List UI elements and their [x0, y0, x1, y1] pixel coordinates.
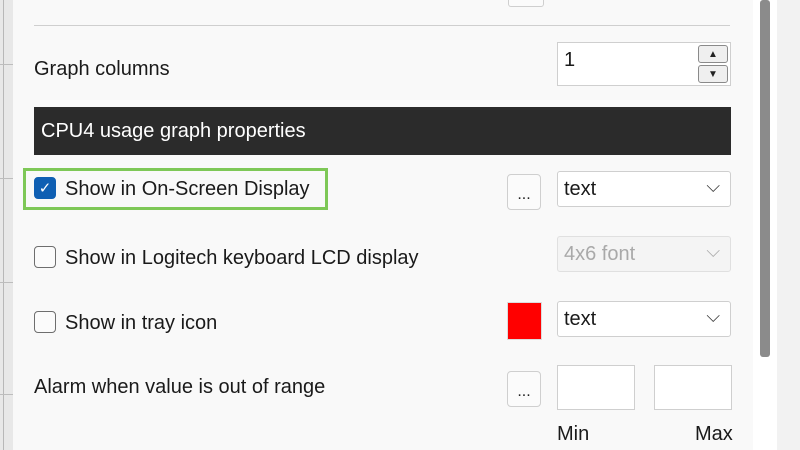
checkmark-icon: ✓ [38, 180, 52, 197]
alarm-label: Alarm when value is out of range [34, 376, 326, 398]
tray-format-value: text [564, 308, 597, 330]
graph-columns-spinbox[interactable]: 1 ▲ ▼ [557, 42, 731, 86]
divider [34, 25, 730, 26]
graph-columns-label: Graph columns [34, 58, 170, 80]
chevron-down-icon: ⌵ [706, 241, 720, 261]
alarm-max-label: Max [695, 423, 733, 445]
ellipsis-icon: ... [517, 186, 531, 203]
partially-visible-control[interactable] [508, 0, 544, 7]
alarm-max-input[interactable] [654, 365, 732, 410]
spin-up-button[interactable]: ▲ [698, 45, 728, 63]
chevron-down-icon: ⌵ [706, 306, 720, 326]
section-title: CPU4 usage graph properties [41, 120, 306, 142]
tray-checkbox[interactable] [34, 311, 56, 333]
alarm-min-input[interactable] [557, 365, 635, 410]
section-header: CPU4 usage graph properties [34, 107, 731, 155]
osd-checkbox[interactable]: ✓ [34, 177, 56, 199]
arrow-down-icon: ▼ [708, 68, 718, 80]
background-window-edge [0, 0, 13, 450]
osd-format-select[interactable]: text ⌵ [557, 171, 731, 207]
spin-down-button[interactable]: ▼ [698, 65, 728, 83]
osd-more-button[interactable]: ... [507, 174, 541, 210]
lcd-font-select: 4x6 font ⌵ [557, 236, 731, 272]
background-window-right [777, 0, 800, 450]
chevron-down-icon: ⌵ [706, 176, 720, 196]
alarm-min-label: Min [557, 423, 590, 445]
lcd-font-value: 4x6 font [564, 243, 636, 265]
tray-label[interactable]: Show in tray icon [65, 311, 217, 335]
lcd-label[interactable]: Show in Logitech keyboard LCD display [65, 246, 419, 270]
graph-columns-value[interactable]: 1 [564, 49, 575, 72]
lcd-checkbox[interactable] [34, 246, 56, 268]
tray-color-swatch[interactable] [507, 302, 542, 340]
arrow-up-icon: ▲ [708, 48, 718, 60]
osd-format-value: text [564, 178, 597, 200]
scrollbar-thumb[interactable] [760, 0, 770, 357]
alarm-more-button[interactable]: ... [507, 371, 541, 407]
osd-label[interactable]: Show in On-Screen Display [65, 177, 310, 201]
ellipsis-icon: ... [517, 383, 531, 400]
tray-format-select[interactable]: text ⌵ [557, 301, 731, 337]
